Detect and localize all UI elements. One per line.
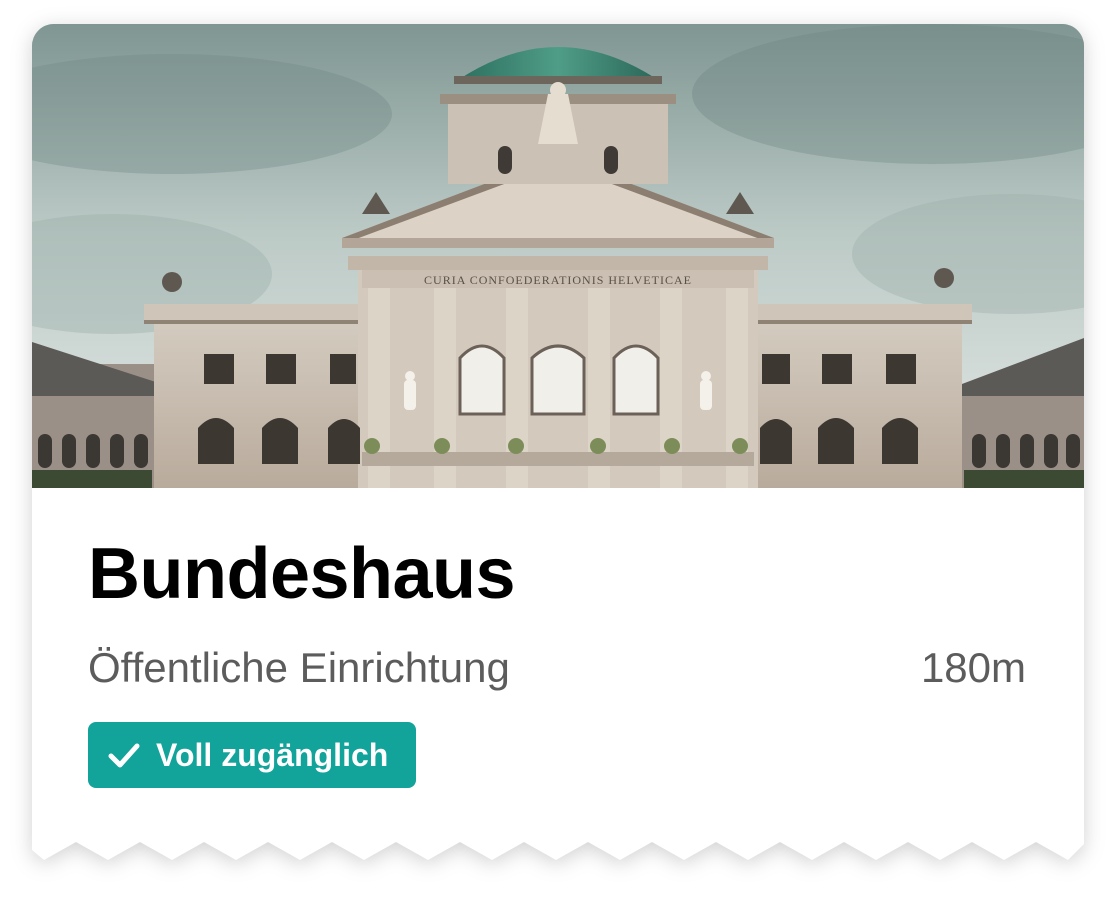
place-title: Bundeshaus bbox=[88, 534, 516, 614]
place-distance: 180m bbox=[920, 644, 1026, 691]
checkmark-icon bbox=[108, 743, 140, 768]
accessibility-label: Voll zugänglich bbox=[156, 736, 389, 773]
place-card-wrapper: CURIA CONFOEDERATIONIS HELVETICAE Bundes… bbox=[32, 24, 1084, 864]
facade-inscription: CURIA CONFOEDERATIONIS HELVETICAE bbox=[424, 273, 692, 287]
place-photo: CURIA CONFOEDERATIONIS HELVETICAE bbox=[32, 24, 1084, 488]
accessibility-badge: Voll zugänglich bbox=[88, 722, 417, 788]
place-card[interactable]: CURIA CONFOEDERATIONIS HELVETICAE Bundes… bbox=[32, 24, 1084, 860]
place-category: Öffentliche Einrichtung bbox=[88, 644, 510, 691]
